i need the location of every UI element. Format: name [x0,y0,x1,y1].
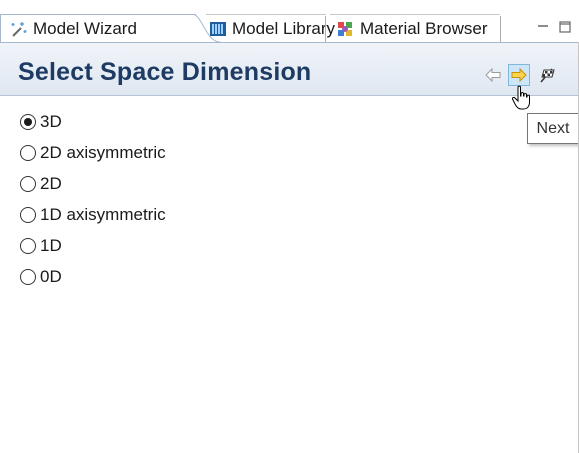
option-1d-axisymmetric[interactable]: 1D axisymmetric [20,199,166,230]
tab-label: Model Wizard [33,18,137,38]
tab-model-wizard[interactable]: Model Wizard [0,14,196,42]
tab-material-browser[interactable]: Material Browser [330,14,500,42]
tab-bar: Model Wizard Model Library Material Brow… [0,0,579,42]
wand-icon [9,20,27,38]
radio-selected-dot [24,117,32,126]
tab-separator [500,16,501,42]
radio-button[interactable] [20,268,36,285]
next-button[interactable] [508,64,530,86]
option-label: 0D [40,266,62,286]
radio-button[interactable] [20,113,36,130]
option-2d[interactable]: 2D [20,168,166,199]
option-label: 3D [40,111,62,131]
tab-model-library[interactable]: Model Library [206,14,335,42]
option-label: 1D [40,235,62,255]
arrow-left-icon [485,68,501,82]
option-label: 1D axisymmetric [40,204,166,224]
finish-button[interactable] [536,64,558,86]
option-3d[interactable]: 3D [20,106,166,137]
radio-button[interactable] [20,144,36,161]
material-icon [336,20,354,38]
option-0d[interactable]: 0D [20,261,166,292]
option-1d[interactable]: 1D [20,230,166,261]
back-button[interactable] [482,64,504,86]
radio-button[interactable] [20,206,36,223]
arrow-right-icon [511,68,527,82]
minimize-icon[interactable] [537,20,549,38]
tooltip: Next [527,113,579,144]
checkered-flag-icon [540,68,555,83]
tab-label: Material Browser [360,18,488,38]
option-label: 2D axisymmetric [40,142,166,162]
radio-button[interactable] [20,237,36,254]
window-controls [537,20,571,38]
tab-separator [325,16,326,42]
option-2d-axisymmetric[interactable]: 2D axisymmetric [20,137,166,168]
option-label: 2D [40,173,62,193]
hand-cursor-icon [511,85,533,116]
tab-label: Model Library [232,18,335,38]
page-title: Select Space Dimension [18,58,312,86]
library-icon [210,20,226,38]
dimension-options: 3D 2D axisymmetric 2D 1D axisymmetric 1D… [20,106,166,292]
maximize-icon[interactable] [559,20,571,38]
radio-button[interactable] [20,175,36,192]
